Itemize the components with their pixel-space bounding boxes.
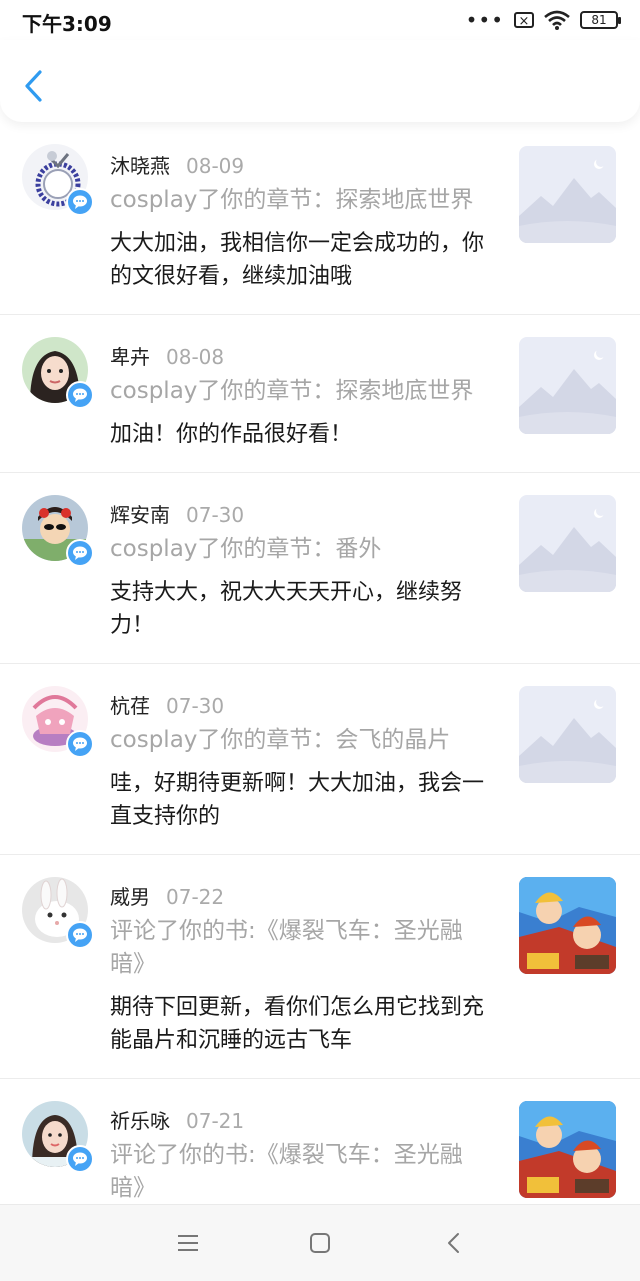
user-name[interactable]: 沐晓燕 (110, 154, 170, 178)
message-item[interactable]: 威男 07-22 评论了你的书:《爆裂飞车：圣光融暗》 期待下回更新，看你们怎么用… (0, 855, 640, 1079)
book-cover-image[interactable] (519, 1101, 616, 1198)
comment-text: 哇，好期待更新啊！大大加油，我会一直支持你的 (110, 771, 485, 829)
message-date: 08-09 (186, 154, 245, 178)
message-item[interactable]: 辉安南 07-30 cosplay了你的章节：番外 支持大大，祝大大天天开心，继续… (0, 473, 640, 664)
placeholder-image[interactable] (519, 337, 616, 434)
comment-text: 加油！你的作品很好看！ (110, 422, 353, 447)
comment-text: 大大加油，我相信你一定会成功的，你的文很好看，继续加油哦 (110, 231, 485, 289)
message-context[interactable]: cosplay了你的章节：番外 (110, 533, 490, 566)
user-name[interactable]: 威男 (110, 885, 150, 909)
comment-badge-icon (66, 381, 94, 409)
message-context[interactable]: cosplay了你的章节：探索地底世界 (110, 375, 490, 408)
back-button[interactable] (20, 68, 50, 104)
wifi-icon (544, 10, 570, 30)
message-header: 杭荏 07-30 (110, 690, 224, 719)
message-list: 沐晓燕 08-09 cosplay了你的章节：探索地底世界 大大加油，我相信你一定… (0, 124, 640, 1204)
avatar[interactable] (22, 686, 94, 758)
comment-badge-icon (66, 730, 94, 758)
comment-text: 支持大大，祝大大天天开心，继续努力！ (110, 580, 463, 638)
message-header: 沐晓燕 08-09 (110, 150, 244, 179)
battery-icon: 81 (580, 11, 621, 29)
mountain-placeholder-icon (519, 495, 616, 592)
status-icons: ••• × 81 (465, 8, 621, 32)
mountain-placeholder-icon (519, 337, 616, 434)
book-cover-icon (519, 877, 616, 974)
comment-text: 期待下回更新，看你们怎么用它找到充能晶片和沉睡的远古飞车 (110, 995, 485, 1053)
comment-badge-icon (66, 539, 94, 567)
message-date: 07-30 (166, 694, 225, 718)
book-cover-image[interactable] (519, 877, 616, 974)
home-button[interactable] (306, 1229, 334, 1257)
book-cover-icon (519, 1101, 616, 1198)
avatar[interactable] (22, 144, 94, 216)
message-date: 07-22 (166, 885, 225, 909)
user-name[interactable]: 杭荏 (110, 694, 150, 718)
message-context[interactable]: cosplay了你的章节：会飞的晶片 (110, 724, 490, 757)
message-context[interactable]: 评论了你的书:《爆裂飞车：圣光融暗》 (110, 915, 490, 981)
message-item[interactable]: 祈乐咏 07-21 评论了你的书:《爆裂飞车：圣光融暗》 (0, 1079, 640, 1204)
avatar[interactable] (22, 1101, 94, 1173)
mountain-placeholder-icon (519, 146, 616, 243)
menu-button[interactable] (174, 1229, 202, 1257)
message-item[interactable]: 杭荏 07-30 cosplay了你的章节：会飞的晶片 哇，好期待更新啊！大大加油… (0, 664, 640, 855)
sim-x-icon: × (514, 12, 534, 29)
message-header: 卑卉 08-08 (110, 341, 224, 370)
message-header: 辉安南 07-30 (110, 499, 244, 528)
comment-badge-icon (66, 1145, 94, 1173)
avatar[interactable] (22, 495, 94, 567)
message-item[interactable]: 卑卉 08-08 cosplay了你的章节：探索地底世界 加油！你的作品很好看！ (0, 315, 640, 473)
avatar[interactable] (22, 337, 94, 409)
message-header: 祈乐咏 07-21 (110, 1105, 244, 1134)
message-date: 08-08 (166, 345, 225, 369)
placeholder-image[interactable] (519, 495, 616, 592)
system-back-button[interactable] (440, 1229, 468, 1257)
message-header: 威男 07-22 (110, 881, 224, 910)
message-date: 07-30 (186, 503, 245, 527)
comment-badge-icon (66, 921, 94, 949)
system-nav-bar (0, 1204, 640, 1281)
message-date: 07-21 (186, 1109, 245, 1133)
status-bar: 下午3:09 ••• × 81 (0, 0, 640, 40)
placeholder-image[interactable] (519, 146, 616, 243)
home-square-icon (310, 1233, 330, 1253)
chevron-left-icon (25, 70, 42, 102)
user-name[interactable]: 卑卉 (110, 345, 150, 369)
placeholder-image[interactable] (519, 686, 616, 783)
message-context[interactable]: cosplay了你的章节：探索地底世界 (110, 184, 490, 217)
signal-dots-icon: ••• (465, 8, 504, 32)
menu-icon (178, 1235, 198, 1251)
user-name[interactable]: 祈乐咏 (110, 1109, 170, 1133)
message-context[interactable]: 评论了你的书:《爆裂飞车：圣光融暗》 (110, 1139, 490, 1204)
comment-badge-icon (66, 188, 94, 216)
message-item[interactable]: 沐晓燕 08-09 cosplay了你的章节：探索地底世界 大大加油，我相信你一定… (0, 124, 640, 315)
mountain-placeholder-icon (519, 686, 616, 783)
user-name[interactable]: 辉安南 (110, 503, 170, 527)
back-triangle-icon (448, 1233, 459, 1253)
header-bar (0, 40, 640, 122)
avatar[interactable] (22, 877, 94, 949)
status-time: 下午3:09 (22, 12, 112, 36)
